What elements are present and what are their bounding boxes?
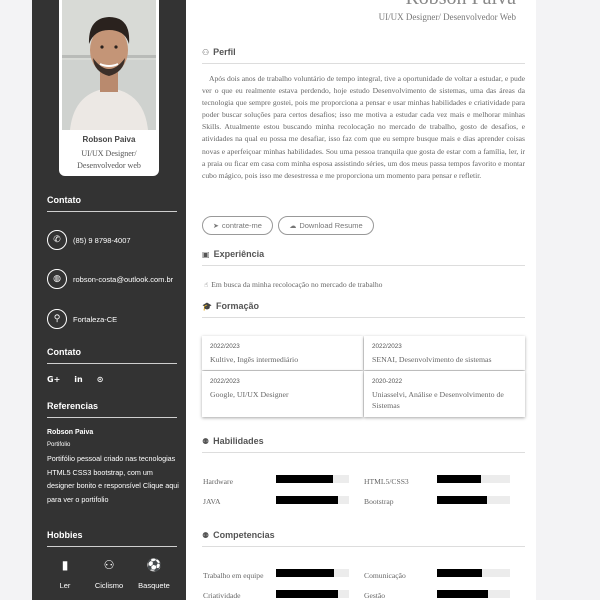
skill-bar xyxy=(437,496,510,504)
about-text: Após dois anos de trabalho voluntário de… xyxy=(202,74,525,180)
skill-bar-fill xyxy=(437,496,487,504)
book-icon: ▮ xyxy=(61,558,69,572)
competency-label: Criatividade xyxy=(203,591,241,600)
skill-bar xyxy=(437,475,510,483)
skills-section-title: ⚉ Habilidades xyxy=(202,436,525,453)
social-links: G+ in ⊙ xyxy=(47,375,103,384)
contact-phone-text: (85) 9 8798-4007 xyxy=(73,235,131,245)
user-icon: ⚇ xyxy=(202,48,210,57)
bicycle-icon: ⚇ xyxy=(103,558,115,572)
profile-photo xyxy=(62,0,156,130)
skill-bar xyxy=(276,496,349,504)
reference-name: Robson Paiva xyxy=(47,429,94,436)
phone-icon: ✆ xyxy=(47,230,67,250)
cloud-download-icon: ☁ xyxy=(289,221,297,230)
users-icon: ⚉ xyxy=(202,531,210,540)
reference-subtitle: Portifolio xyxy=(47,442,71,448)
thumbs-up-icon: ☝ xyxy=(204,281,209,289)
github-icon[interactable]: ⊙ xyxy=(97,375,104,384)
education-card: 2022/2023 Google, UI/UX Designer xyxy=(202,371,363,417)
globe-icon: ◍ xyxy=(47,269,67,289)
basketball-icon: ⚽ xyxy=(146,558,162,572)
competency-bar xyxy=(437,569,510,577)
education-period: 2022/2023 xyxy=(372,343,402,350)
profile-card: Robson Paiva UI/UX Designer/ Desenvolved… xyxy=(59,0,159,176)
profile-role: UI/UX Designer/ Desenvolvedor web xyxy=(77,149,141,170)
references-heading: Referencias xyxy=(47,401,177,418)
education-card: 2022/2023 Kultive, Ingês intermediário xyxy=(202,336,363,370)
competency-bar-fill xyxy=(437,590,489,598)
education-section-title: 🎓 Formação xyxy=(202,301,525,318)
sidebar: Robson Paiva UI/UX Designer/ Desenvolved… xyxy=(32,0,186,600)
competency-bar xyxy=(276,590,349,598)
profile-section-title: ⚇ Perfil xyxy=(202,47,525,64)
contact-email-text: robson-costa@outlook.com.br xyxy=(73,274,174,284)
hobby-cycling: ⚇ Ciclismo xyxy=(89,558,129,590)
users-icon: ⚉ xyxy=(202,437,210,446)
profile-name: Robson Paiva xyxy=(82,135,136,144)
hobby-reading: ▮ Ler xyxy=(45,558,85,590)
linkedin-icon[interactable]: in xyxy=(74,375,82,384)
education-name: Uniasselvi, Análise e Desenvolvimento de… xyxy=(372,390,504,410)
reference-description[interactable]: Portifólio pessoal criado nas tecnologia… xyxy=(47,452,179,506)
skill-bar-fill xyxy=(276,496,339,504)
competencies-section-title: ⚉ Competencias xyxy=(202,530,525,547)
hobby-basketball: ⚽ Basquete xyxy=(134,558,174,590)
hobby-label: Ler xyxy=(59,581,71,590)
competency-bar xyxy=(437,590,510,598)
header-name: Robson Paiva xyxy=(405,0,516,10)
skill-bar-fill xyxy=(276,475,333,483)
competency-label: Gestão xyxy=(364,591,386,600)
hobby-label: Basquete xyxy=(138,581,170,590)
education-name: Kultive, Ingês intermediário xyxy=(210,355,299,364)
download-resume-button[interactable]: ☁ Download Resume xyxy=(278,216,374,235)
skill-bar xyxy=(276,475,349,483)
education-period: 2022/2023 xyxy=(210,343,240,350)
education-period: 2020-2022 xyxy=(372,378,403,385)
hobby-label: Ciclismo xyxy=(94,581,124,590)
skill-label: JAVA xyxy=(203,497,221,506)
main-content: Robson Paiva UI/UX Designer/ Desenvolved… xyxy=(186,0,536,600)
social-heading: Contato xyxy=(47,347,177,364)
education-card: 2020-2022 Uniasselvi, Análise e Desenvol… xyxy=(364,371,525,417)
contact-location[interactable]: ⚲ Fortaleza-CE xyxy=(47,308,182,330)
skill-label: Hardware xyxy=(203,477,233,486)
education-card: 2022/2023 SENAI, Desenvolvimento de sist… xyxy=(364,336,525,370)
hobbies-heading: Hobbies xyxy=(47,530,177,547)
graduation-cap-icon: 🎓 xyxy=(202,302,212,311)
competency-label: Trabalho em equipe xyxy=(203,571,264,580)
skill-bar-fill xyxy=(437,475,481,483)
briefcase-icon: ▣ xyxy=(202,250,210,259)
contact-email[interactable]: ◍ robson-costa@outlook.com.br xyxy=(47,268,182,290)
google-plus-icon[interactable]: G+ xyxy=(47,375,60,384)
contact-phone[interactable]: ✆ (85) 9 8798-4007 xyxy=(47,229,182,251)
header-role: UI/UX Designer/ Desenvolvedor Web xyxy=(378,12,516,22)
competency-label: Comunicação xyxy=(364,571,406,580)
map-pin-icon: ⚲ xyxy=(47,309,67,329)
competency-bar-fill xyxy=(437,569,483,577)
education-period: 2022/2023 xyxy=(210,378,240,385)
education-name: SENAI, Desenvolvimento de sistemas xyxy=(372,355,492,364)
experience-section-title: ▣ Experiência xyxy=(202,249,525,266)
education-name: Google, UI/UX Designer xyxy=(210,390,289,399)
competency-bar-fill xyxy=(276,590,339,598)
hire-me-button[interactable]: ➤ contrate-me xyxy=(202,216,273,235)
skill-label: HTML5/CSS3 xyxy=(364,477,409,486)
skill-label: Bootstrap xyxy=(364,497,394,506)
experience-item: ☝ Em busca da minha recolocação no mercad… xyxy=(204,280,383,289)
send-icon: ➤ xyxy=(213,221,219,230)
contact-heading: Contato xyxy=(47,195,177,212)
competency-bar-fill xyxy=(276,569,335,577)
contact-location-text: Fortaleza-CE xyxy=(73,314,118,324)
competency-bar xyxy=(276,569,349,577)
